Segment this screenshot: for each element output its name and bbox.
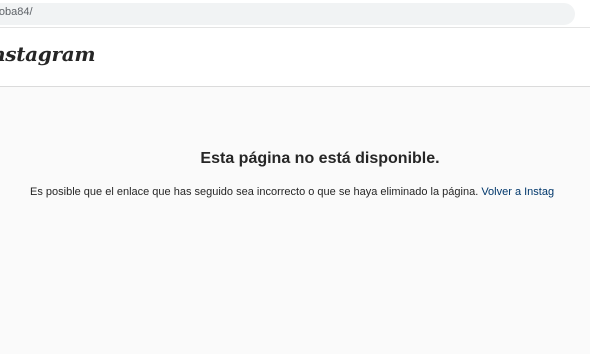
page-title: Esta página no está disponible.: [200, 150, 440, 167]
instagram-logo[interactable]: nstagram: [0, 42, 96, 66]
instagram-header: nstagram: [0, 28, 590, 87]
error-description-text: Es posible que el enlace que has seguido…: [30, 186, 479, 198]
main-content: Esta página no está disponible. Es posib…: [0, 87, 590, 354]
url-text[interactable]: iloba84/: [0, 6, 33, 18]
error-description: Es posible que el enlace que has seguido…: [30, 186, 554, 198]
address-bar[interactable]: iloba84/: [0, 3, 575, 25]
back-to-instagram-link[interactable]: Volver a Instag: [481, 186, 554, 198]
browser-toolbar: iloba84/: [0, 0, 590, 28]
